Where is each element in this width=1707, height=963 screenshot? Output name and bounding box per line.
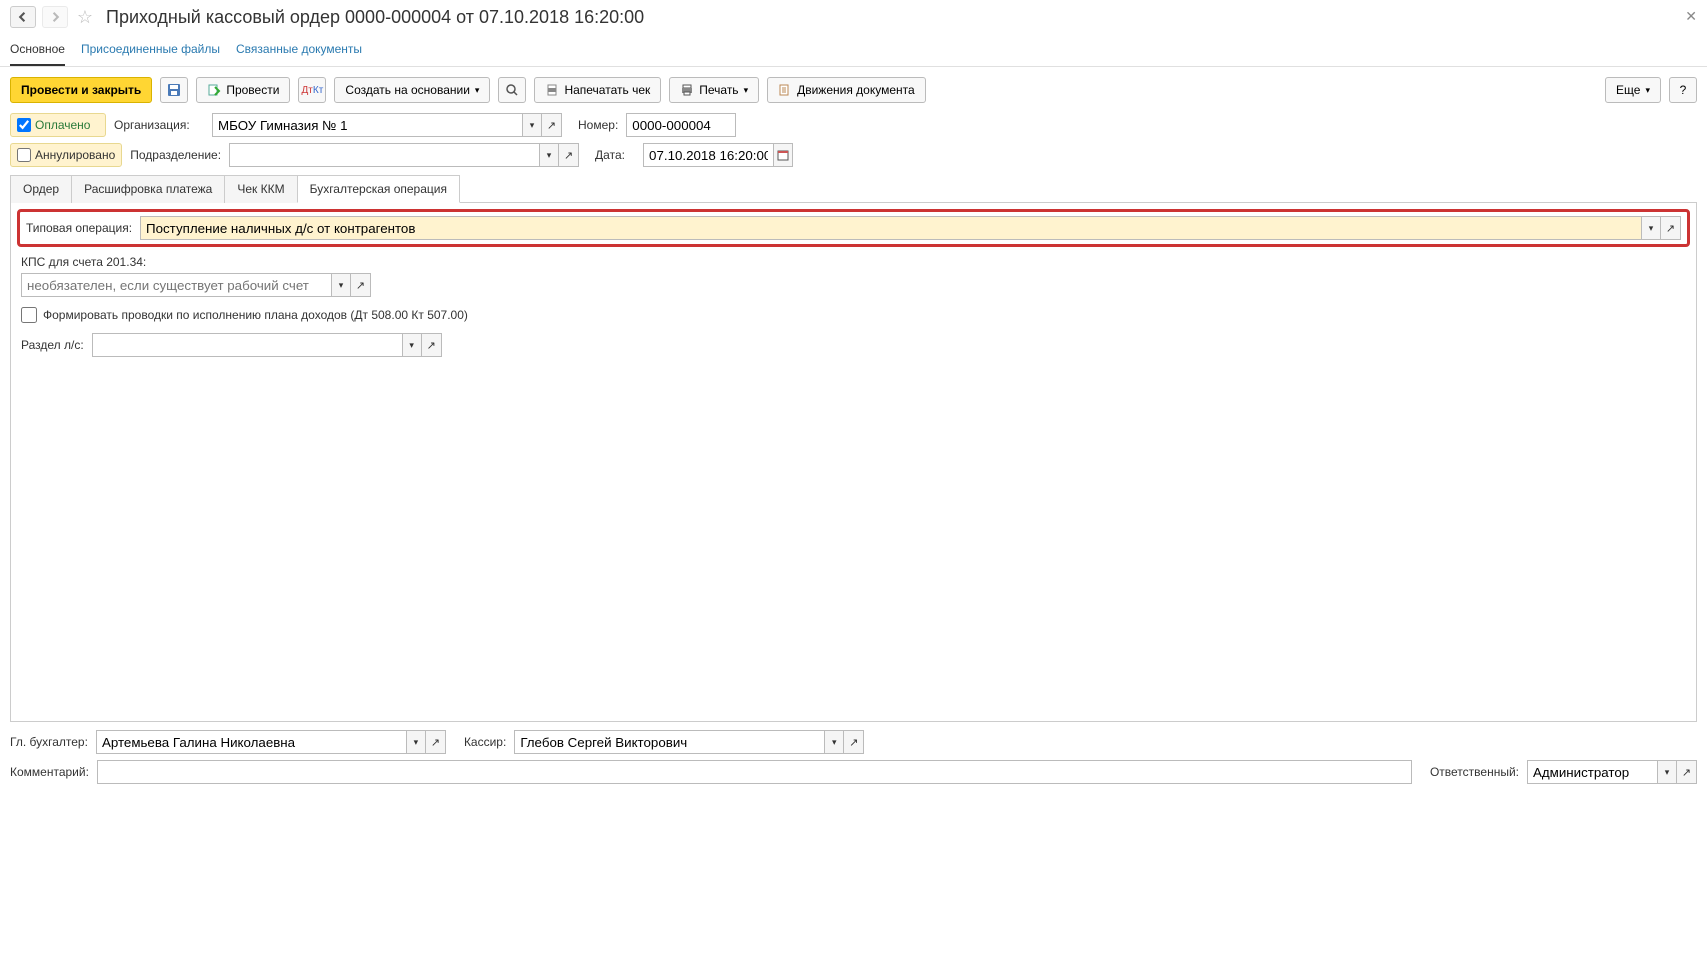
post-button[interactable]: Провести: [196, 77, 290, 103]
tab-kkm-receipt[interactable]: Чек ККМ: [224, 175, 297, 203]
cashier-dropdown-button[interactable]: ▾: [824, 730, 844, 754]
movements-icon: [778, 83, 792, 97]
dropdown-arrow-icon: ▾: [744, 85, 749, 96]
org-label: Организация:: [114, 118, 204, 132]
movements-label: Движения документа: [797, 83, 915, 97]
page-title: Приходный кассовый ордер 0000-000004 от …: [106, 7, 644, 28]
cancelled-checkbox[interactable]: [17, 148, 31, 162]
number-label: Номер:: [578, 118, 618, 132]
arrow-left-icon: [16, 10, 30, 24]
typical-operation-label: Типовая операция:: [26, 221, 132, 235]
save-button[interactable]: [160, 77, 188, 103]
more-button[interactable]: Еще ▾: [1605, 77, 1661, 103]
dropdown-arrow-icon: ▾: [475, 85, 480, 96]
favorite-star-icon[interactable]: ☆: [74, 6, 96, 28]
tab-payment-decode[interactable]: Расшифровка платежа: [71, 175, 225, 203]
responsible-open-button[interactable]: ↗: [1677, 760, 1697, 784]
create-from-label: Создать на основании: [345, 83, 470, 97]
navtab-attached-files[interactable]: Присоединенные файлы: [81, 34, 220, 66]
help-icon: ?: [1680, 83, 1687, 97]
cashier-label: Кассир:: [464, 735, 506, 749]
paid-label: Оплачено: [35, 118, 90, 132]
org-open-button[interactable]: ↗: [542, 113, 562, 137]
kps-label: КПС для счета 201.34:: [21, 255, 1686, 269]
tab-accounting-operation[interactable]: Бухгалтерская операция: [297, 175, 460, 203]
form-entries-checkbox[interactable]: [21, 307, 37, 323]
post-icon: [207, 83, 221, 97]
search-icon: [505, 83, 519, 97]
paid-checkbox[interactable]: [17, 118, 31, 132]
print-receipt-button[interactable]: Напечатать чек: [534, 77, 661, 103]
print-label: Печать: [699, 83, 738, 97]
save-icon: [167, 83, 181, 97]
tab-order[interactable]: Ордер: [10, 175, 72, 203]
typical-operation-open-button[interactable]: ↗: [1661, 216, 1681, 240]
create-from-button[interactable]: Создать на основании ▾: [334, 77, 490, 103]
print-receipt-label: Напечатать чек: [564, 83, 650, 97]
debit-credit-button[interactable]: ДтКт: [298, 77, 326, 103]
post-and-close-button[interactable]: Провести и закрыть: [10, 77, 152, 103]
section-input[interactable]: [92, 333, 402, 357]
chief-accountant-input[interactable]: [96, 730, 406, 754]
chief-accountant-label: Гл. бухгалтер:: [10, 735, 88, 749]
responsible-label: Ответственный:: [1430, 765, 1519, 779]
cancelled-checkbox-wrap[interactable]: Аннулировано: [10, 143, 122, 167]
cashier-input[interactable]: [514, 730, 824, 754]
arrow-right-icon: [48, 10, 62, 24]
section-open-button[interactable]: ↗: [422, 333, 442, 357]
help-button[interactable]: ?: [1669, 77, 1697, 103]
calendar-icon: [776, 148, 790, 162]
close-button[interactable]: ✕: [1685, 8, 1697, 25]
section-dropdown-button[interactable]: ▾: [402, 333, 422, 357]
search-button[interactable]: [498, 77, 526, 103]
print-icon: [680, 83, 694, 97]
form-entries-checkbox-wrap[interactable]: Формировать проводки по исполнению плана…: [21, 307, 1686, 323]
kps-input[interactable]: [21, 273, 331, 297]
post-label: Провести: [226, 83, 279, 97]
responsible-dropdown-button[interactable]: ▾: [1657, 760, 1677, 784]
typical-operation-input[interactable]: [140, 216, 1641, 240]
kps-dropdown-button[interactable]: ▾: [331, 273, 351, 297]
date-input[interactable]: [643, 143, 773, 167]
navtab-main[interactable]: Основное: [10, 34, 65, 66]
nav-back-button[interactable]: [10, 6, 36, 28]
paid-checkbox-wrap[interactable]: Оплачено: [10, 113, 106, 137]
receipt-icon: [545, 83, 559, 97]
cancelled-label: Аннулировано: [35, 148, 115, 162]
document-movements-button[interactable]: Движения документа: [767, 77, 926, 103]
date-calendar-button[interactable]: [773, 143, 793, 167]
number-input[interactable]: [626, 113, 736, 137]
dept-open-button[interactable]: ↗: [559, 143, 579, 167]
chief-accountant-open-button[interactable]: ↗: [426, 730, 446, 754]
nav-forward-button[interactable]: [42, 6, 68, 28]
dept-label: Подразделение:: [130, 148, 221, 162]
org-input[interactable]: [212, 113, 522, 137]
section-label: Раздел л/с:: [21, 338, 84, 352]
comment-label: Комментарий:: [10, 765, 89, 779]
print-button[interactable]: Печать ▾: [669, 77, 759, 103]
kps-open-button[interactable]: ↗: [351, 273, 371, 297]
more-label: Еще: [1616, 83, 1640, 97]
form-entries-label: Формировать проводки по исполнению плана…: [43, 308, 468, 322]
dropdown-arrow-icon: ▾: [1645, 85, 1650, 96]
responsible-input[interactable]: [1527, 760, 1657, 784]
cashier-open-button[interactable]: ↗: [844, 730, 864, 754]
chief-accountant-dropdown-button[interactable]: ▾: [406, 730, 426, 754]
navtab-related-docs[interactable]: Связанные документы: [236, 34, 362, 66]
org-dropdown-button[interactable]: ▾: [522, 113, 542, 137]
date-label: Дата:: [595, 148, 635, 162]
debit-credit-icon: ДтКт: [302, 85, 324, 96]
typical-operation-dropdown-button[interactable]: ▾: [1641, 216, 1661, 240]
dept-input[interactable]: [229, 143, 539, 167]
comment-input[interactable]: [97, 760, 1412, 784]
dept-dropdown-button[interactable]: ▾: [539, 143, 559, 167]
